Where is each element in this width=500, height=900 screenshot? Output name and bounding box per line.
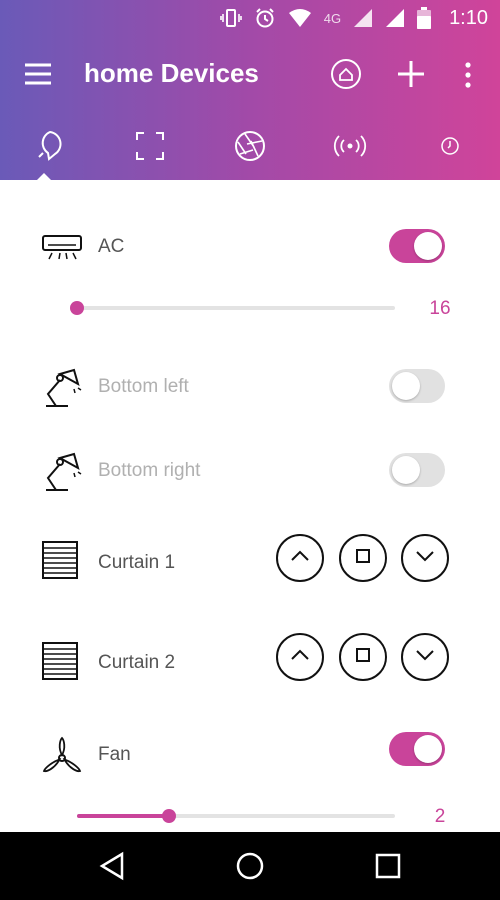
device-label: Curtain 2 [98,652,176,673]
slider-thumb[interactable] [162,809,177,823]
system-nav-bar [0,832,500,900]
device-label: AC [98,236,125,257]
device-row-curtain-2: Curtain 2 [0,633,500,683]
battery-icon [417,7,432,29]
back-icon[interactable] [96,850,128,882]
tab-timers[interactable] [430,128,470,168]
menu-icon[interactable] [24,62,52,86]
app-header: 4G 1:10 home Devices [0,0,500,181]
chevron-down-icon [415,549,435,567]
chevron-down-icon [415,648,435,666]
device-row-curtain-1: Curtain 1 [0,534,500,584]
curtain-1-open-button[interactable] [276,534,324,582]
tab-sensors[interactable] [330,128,370,168]
tab-lights[interactable] [30,128,70,168]
device-label: Bottom left [98,376,189,397]
fan-icon [40,734,84,778]
vibrate-icon [219,8,242,28]
curtain-icon [40,641,84,685]
device-label: Curtain 1 [98,552,176,573]
slider-fill [77,814,170,818]
wireless-icon [332,134,368,163]
curtain-icon [40,540,84,584]
fan-power-toggle[interactable] [389,732,445,766]
device-row-ac: AC 16 [0,224,500,324]
curtain-2-close-button[interactable] [401,633,449,681]
home-nav-icon[interactable] [234,850,266,882]
device-row-fan: Fan 2 [0,732,500,832]
tab-scenes[interactable] [130,128,170,168]
shutter-icon [234,130,266,167]
bottom-right-power-toggle[interactable] [389,453,445,487]
signal-icon [353,8,373,28]
curtain-2-open-button[interactable] [276,633,324,681]
home-icon[interactable] [330,58,362,90]
frame-icon [135,131,165,166]
device-row-bottom-right: Bottom right [0,448,500,498]
add-icon[interactable] [395,58,427,90]
toggle-knob [414,735,442,763]
desk-lamp-icon [40,364,84,408]
page-title: home Devices [84,58,259,88]
recents-icon[interactable] [372,850,404,882]
curtain-2-stop-button[interactable] [339,633,387,681]
network-type-label: 4G [323,10,342,26]
device-row-bottom-left: Bottom left [0,364,500,414]
signal-icon [385,8,405,28]
tab-bar [0,120,500,180]
stop-icon [355,647,371,668]
fan-speed-value: 2 [434,806,446,827]
ac-power-toggle[interactable] [389,229,445,263]
bottom-left-power-toggle[interactable] [389,369,445,403]
bulb-icon [33,129,67,168]
wifi-icon [288,8,312,28]
stop-icon [355,548,371,569]
curtain-1-stop-button[interactable] [339,534,387,582]
toggle-knob [392,456,420,484]
toggle-knob [414,232,442,260]
slider-thumb[interactable] [70,301,84,315]
fan-speed-slider[interactable] [77,809,395,823]
clock-icon [440,136,460,161]
ac-temperature-value: 16 [429,298,451,319]
chevron-up-icon [290,549,310,567]
device-label: Fan [98,744,131,765]
alarm-icon [254,7,276,29]
status-bar: 4G 1:10 [0,0,500,36]
air-conditioner-icon [40,226,84,270]
ac-temperature-slider[interactable] [70,301,395,315]
desk-lamp-icon [40,448,84,492]
toggle-knob [392,372,420,400]
chevron-up-icon [290,648,310,666]
device-label: Bottom right [98,460,201,481]
more-options-icon[interactable] [460,60,476,90]
tab-cameras[interactable] [230,128,270,168]
app-bar: home Devices [0,48,500,104]
status-time: 1:10 [449,6,488,29]
active-tab-indicator [36,173,52,181]
curtain-1-close-button[interactable] [401,534,449,582]
